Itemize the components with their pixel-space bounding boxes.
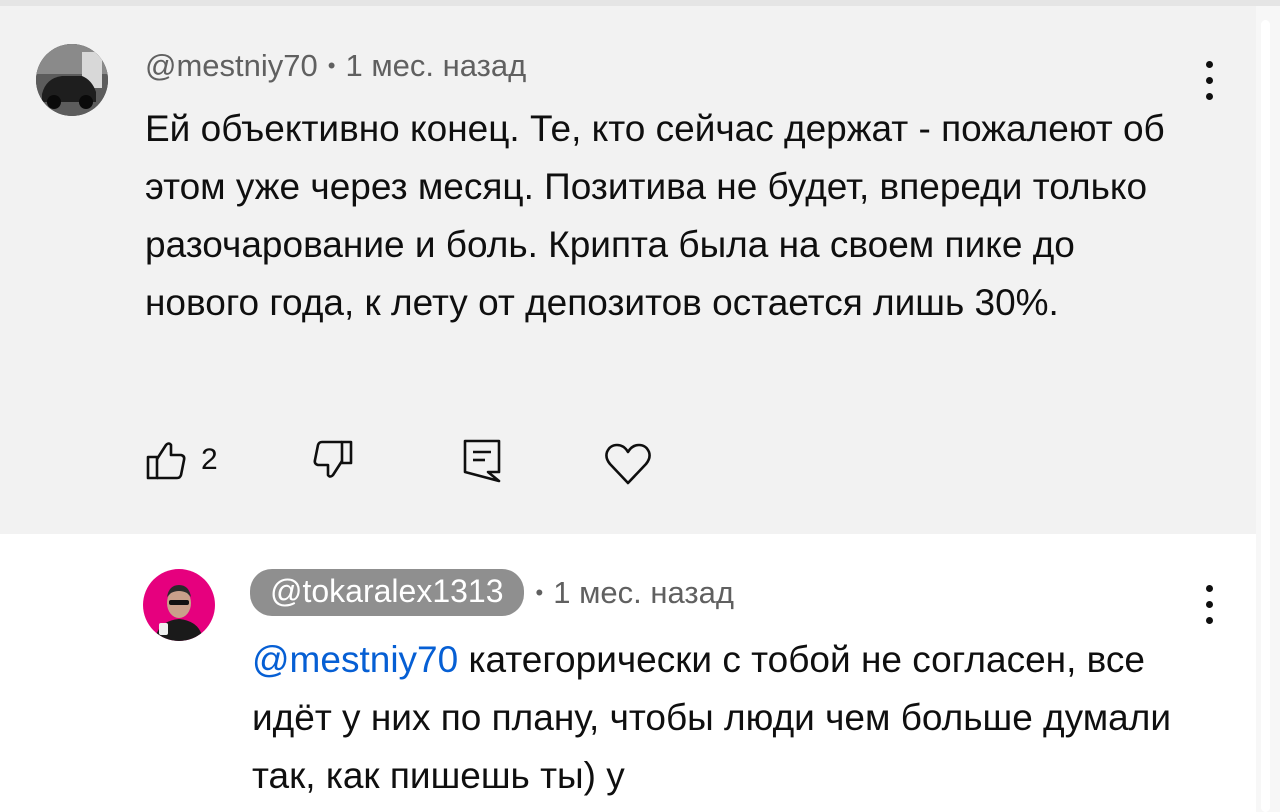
like-icon: [146, 442, 186, 480]
mention-link[interactable]: @mestniy70: [252, 639, 458, 680]
more-icon[interactable]: [1203, 61, 1215, 100]
like-button[interactable]: 2: [145, 439, 218, 481]
heart-button[interactable]: [604, 442, 652, 486]
timestamp[interactable]: 1 мес. назад: [345, 48, 526, 84]
author-handle[interactable]: @mestniy70: [145, 48, 318, 84]
reply-timestamp[interactable]: 1 мес. назад: [553, 575, 734, 611]
avatar[interactable]: [36, 44, 108, 116]
reply-text: @mestniy70 категорически с тобой не согл…: [252, 631, 1212, 805]
reply-button[interactable]: [462, 438, 502, 484]
separator-dot: •: [535, 579, 544, 605]
reply-meta: @tokaralex1313 • 1 мес. назад: [250, 569, 734, 616]
heart-icon: [605, 443, 651, 485]
dislike-icon: [313, 440, 353, 478]
dislike-button[interactable]: [312, 439, 354, 481]
comment-thread-highlighted: @mestniy70 • 1 мес. назад Ей объективно …: [0, 6, 1256, 534]
comment-text: Ей объективно конец. Те, кто сейчас держ…: [145, 108, 1165, 323]
like-count: 2: [201, 443, 218, 476]
reply-icon: [463, 439, 501, 483]
reply-avatar[interactable]: [143, 569, 215, 641]
separator-dot: •: [327, 53, 336, 78]
reply-more-icon[interactable]: [1203, 585, 1215, 624]
reply-author-chip[interactable]: @tokaralex1313: [250, 569, 524, 616]
comment-meta: @mestniy70 • 1 мес. назад: [145, 48, 526, 84]
scrollbar-thumb[interactable]: [1261, 20, 1270, 812]
